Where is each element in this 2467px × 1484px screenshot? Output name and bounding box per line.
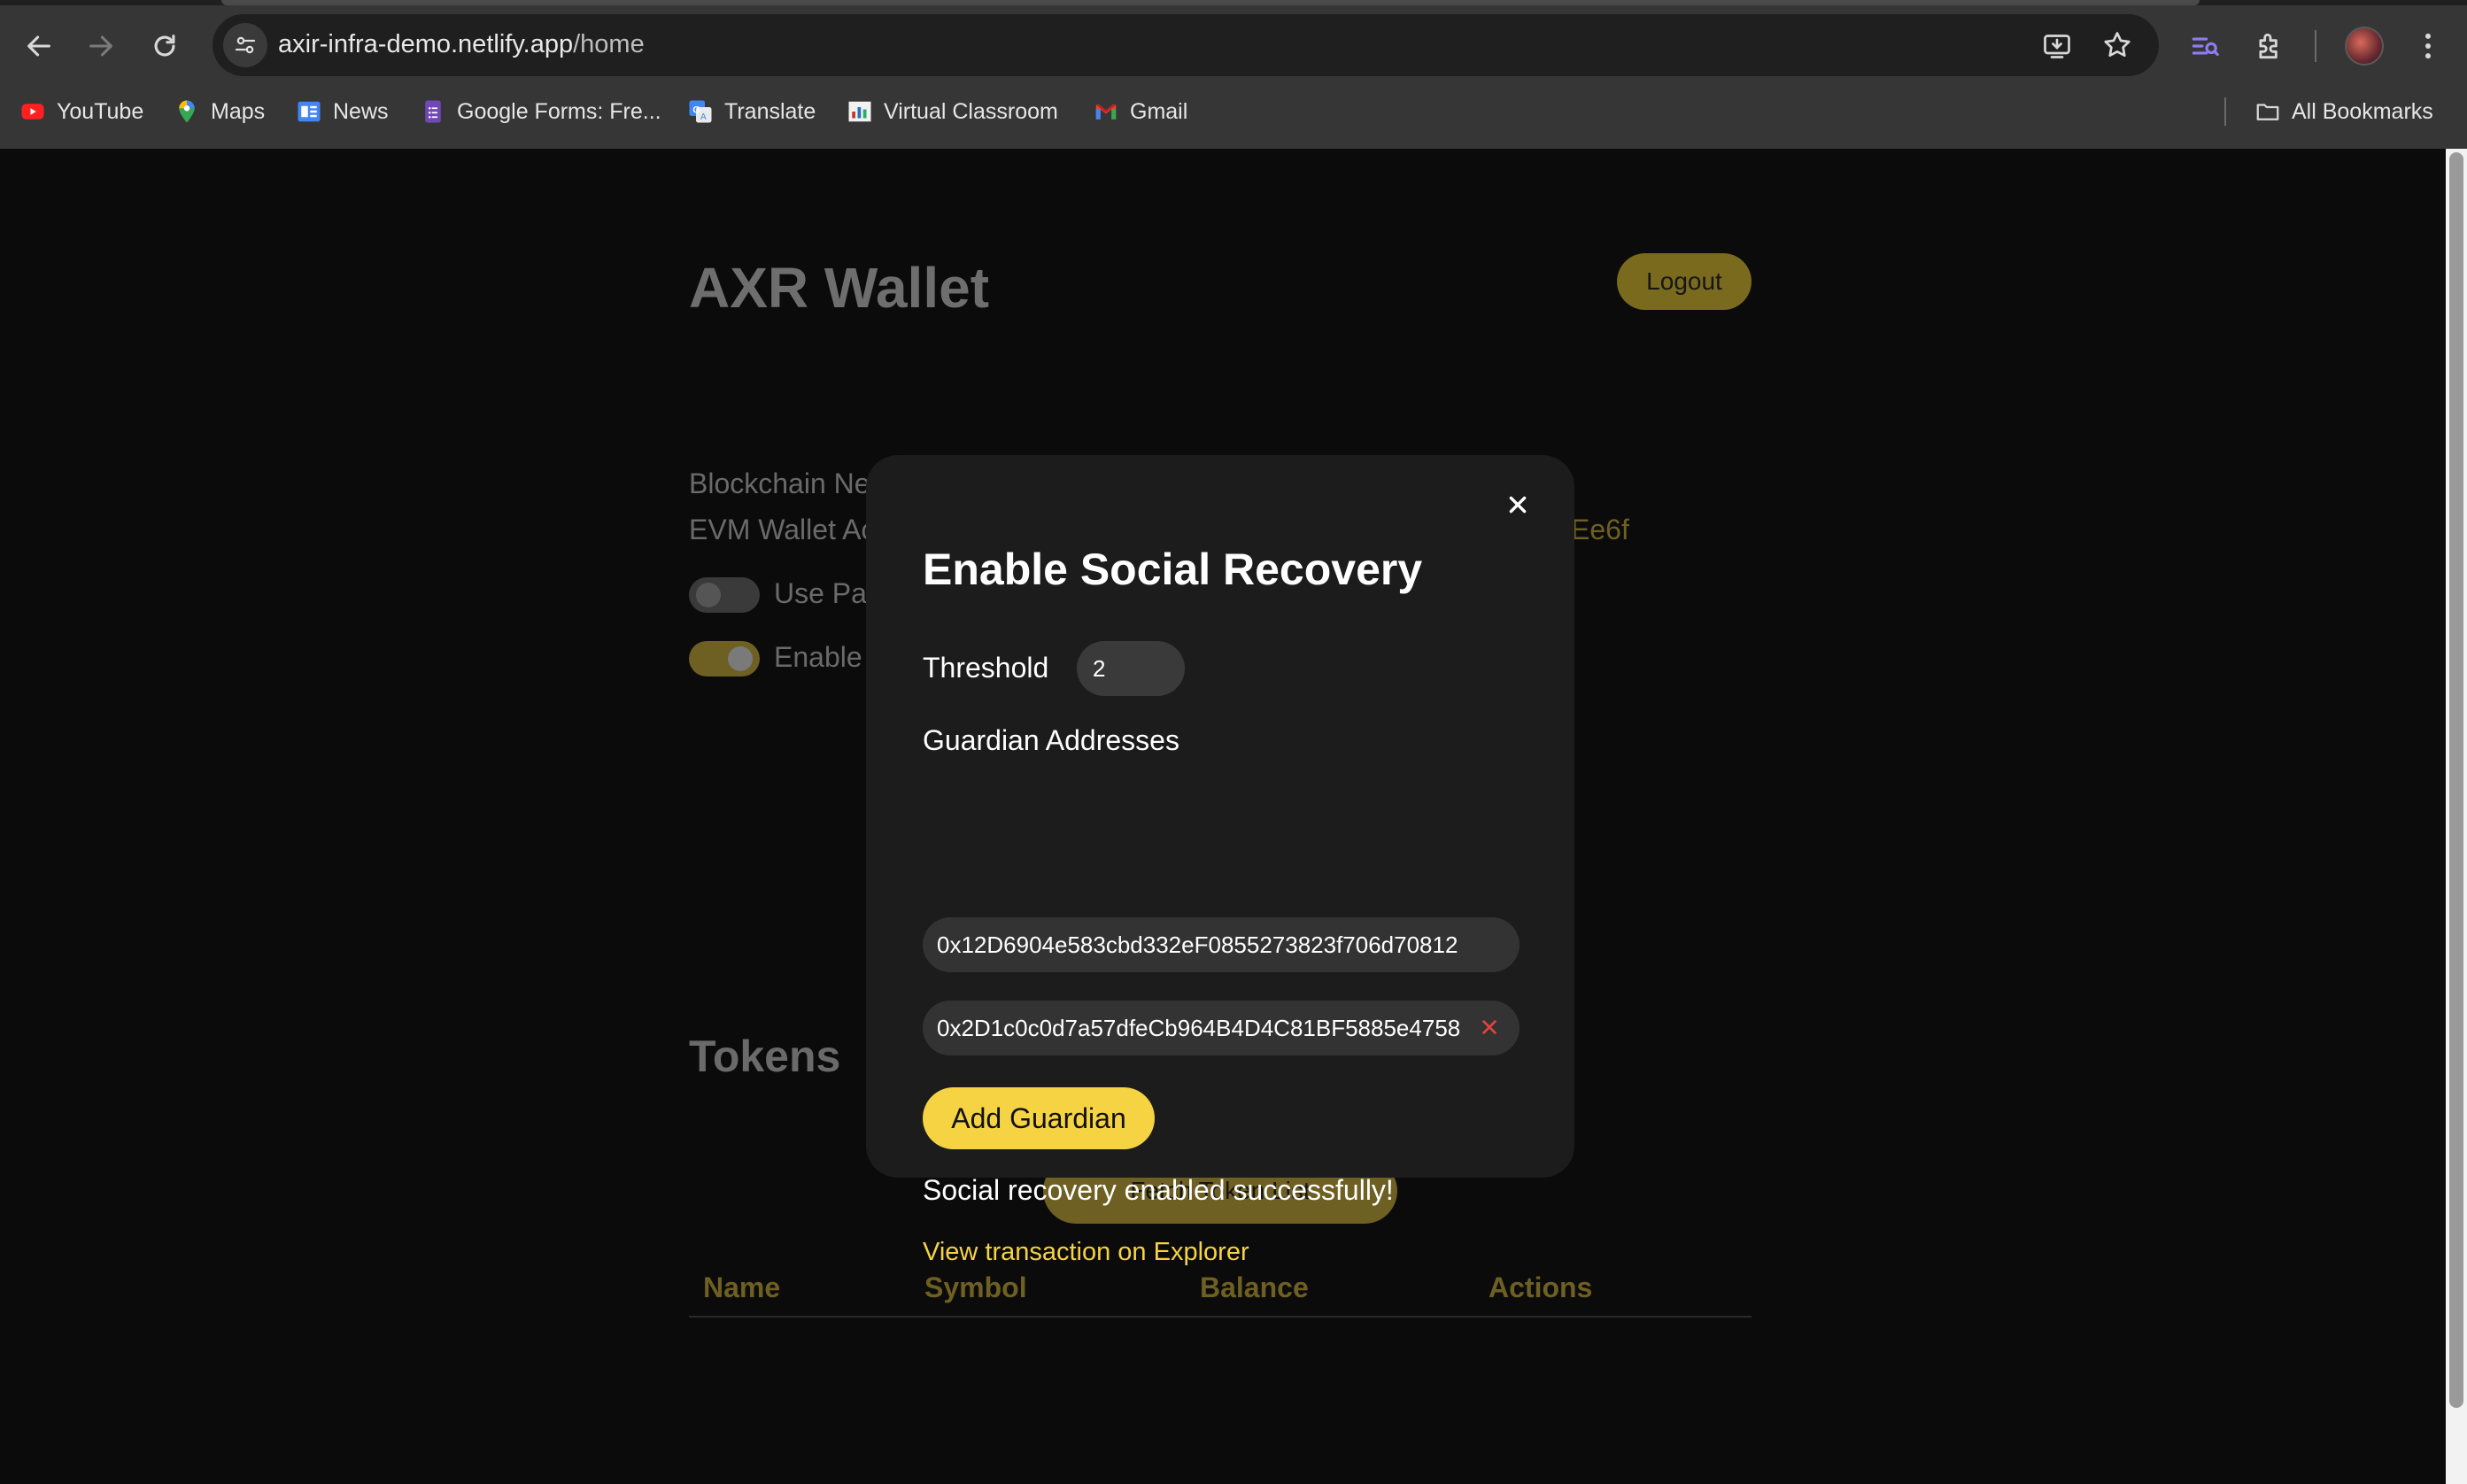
tab-strip [0,0,2467,5]
install-app-button[interactable] [2038,27,2076,64]
table-header-name: Name [703,1271,781,1303]
modal-title: Enable Social Recovery [923,545,1423,594]
classroom-icon [847,98,873,125]
forms-icon [420,98,446,125]
extensions-button[interactable] [2247,23,2293,69]
logout-button[interactable]: Logout [1617,253,1752,310]
news-icon [296,98,322,125]
bookmark-news[interactable]: News [296,94,389,129]
tab-search-icon [2192,37,2219,57]
threshold-input[interactable] [1077,641,1185,696]
svg-text:G: G [692,104,700,115]
browser-menu-button[interactable] [2405,23,2451,69]
bookmark-youtube[interactable]: YouTube [19,94,143,129]
blockchain-network-line: Blockchain Ne [689,468,870,499]
bookmark-virtual-classroom[interactable]: Virtual Classroom [847,94,1058,129]
install-icon [2044,35,2070,58]
table-header-actions: Actions [1489,1271,1593,1303]
bookmark-label: Gmail [1130,98,1188,124]
table-header-balance: Balance [1200,1271,1309,1303]
enable-toggle-label: Enable [774,641,862,673]
app-title: AXR Wallet [689,256,989,320]
table-header-symbol: Symbol [924,1271,1027,1303]
back-button[interactable] [14,23,64,69]
youtube-icon [19,98,46,125]
star-icon [2104,32,2131,58]
address-bar[interactable]: axir-infra-demo.netlify.app/home [213,14,2159,76]
gmail-icon [1093,98,1119,125]
reload-icon [154,35,175,57]
puzzle-icon [2259,33,2278,59]
bookmark-gmail[interactable]: Gmail [1093,94,1187,129]
threshold-label: Threshold [923,652,1049,684]
forward-arrow-icon [89,35,112,57]
bookmark-maps[interactable]: Maps [174,94,265,129]
svg-text:A: A [700,112,707,122]
guardian-addresses-label: Guardian Addresses [923,724,1179,756]
bookmarks-divider [2224,97,2226,126]
bookmark-label: Google Forms: Fre... [457,98,661,124]
bookmark-label: Maps [211,98,266,124]
guardian-address-input-2[interactable] [923,1001,1520,1055]
bookmark-translate[interactable]: GA Translate [687,94,816,129]
social-recovery-modal: Enable Social Recovery Threshold Guardia… [866,455,1574,1266]
remove-guardian-button[interactable] [1477,1015,1502,1040]
add-guardian-button[interactable]: Add Guardian [923,1087,1155,1149]
table-divider [689,1316,1752,1318]
paymaster-toggle-label: Use Pa [774,577,867,609]
active-tab[interactable] [221,0,2200,5]
tokens-title: Tokens [689,1032,841,1081]
url-text[interactable]: axir-infra-demo.netlify.app/home [278,30,645,59]
translate-icon: GA [687,98,714,125]
bookmarks-bar: YouTube Maps News Google Forms: Fre... G… [0,89,2467,135]
folder-icon [2254,98,2281,125]
paymaster-toggle[interactable] [689,577,760,613]
bookmark-label: Virtual Classroom [884,98,1058,124]
url-path: /home [573,30,645,58]
close-icon [1509,496,1527,514]
site-info-button[interactable] [223,23,267,67]
bookmark-label: YouTube [57,98,144,124]
browser-chrome: axir-infra-demo.netlify.app/home YouTube… [0,0,2467,149]
remove-x-icon [1482,1020,1496,1034]
bookmark-star-button[interactable] [2099,27,2136,64]
back-arrow-icon [27,35,50,57]
profile-avatar[interactable] [2345,27,2384,66]
scrollbar-thumb[interactable] [2449,152,2463,1408]
reload-button[interactable] [140,23,189,69]
all-bookmarks-button[interactable]: All Bookmarks [2254,94,2433,129]
tune-icon [235,36,256,54]
all-bookmarks-label: All Bookmarks [2292,98,2433,124]
guardian-address-input-1[interactable] [923,917,1520,972]
bookmark-google-forms[interactable]: Google Forms: Fre... [420,94,661,129]
evm-address-value[interactable]: Ee6f [1571,514,1629,546]
toggle-knob [728,646,753,671]
page-scrollbar[interactable] [2446,149,2467,1484]
success-message: Social recovery enabled successfully! [923,1174,1394,1206]
evm-wallet-address-line: EVM Wallet Ac [689,514,876,545]
forward-button[interactable] [76,23,126,69]
url-host: axir-infra-demo.netlify.app [278,30,574,58]
toolbar-divider [2315,30,2316,62]
enable-toggle[interactable] [689,641,760,676]
extension-puzzle-colored-button[interactable] [2182,23,2228,69]
kebab-menu-icon [2424,33,2432,59]
toggle-knob [696,583,721,607]
page-viewport: AXR Wallet Logout Blockchain Ne EVM Wall… [0,149,2446,1484]
view-on-explorer-link[interactable]: View transaction on Explorer [923,1238,1249,1267]
bookmark-label: News [333,98,389,124]
modal-close-button[interactable] [1502,489,1534,521]
bookmark-label: Translate [724,98,816,124]
maps-icon [174,98,200,125]
